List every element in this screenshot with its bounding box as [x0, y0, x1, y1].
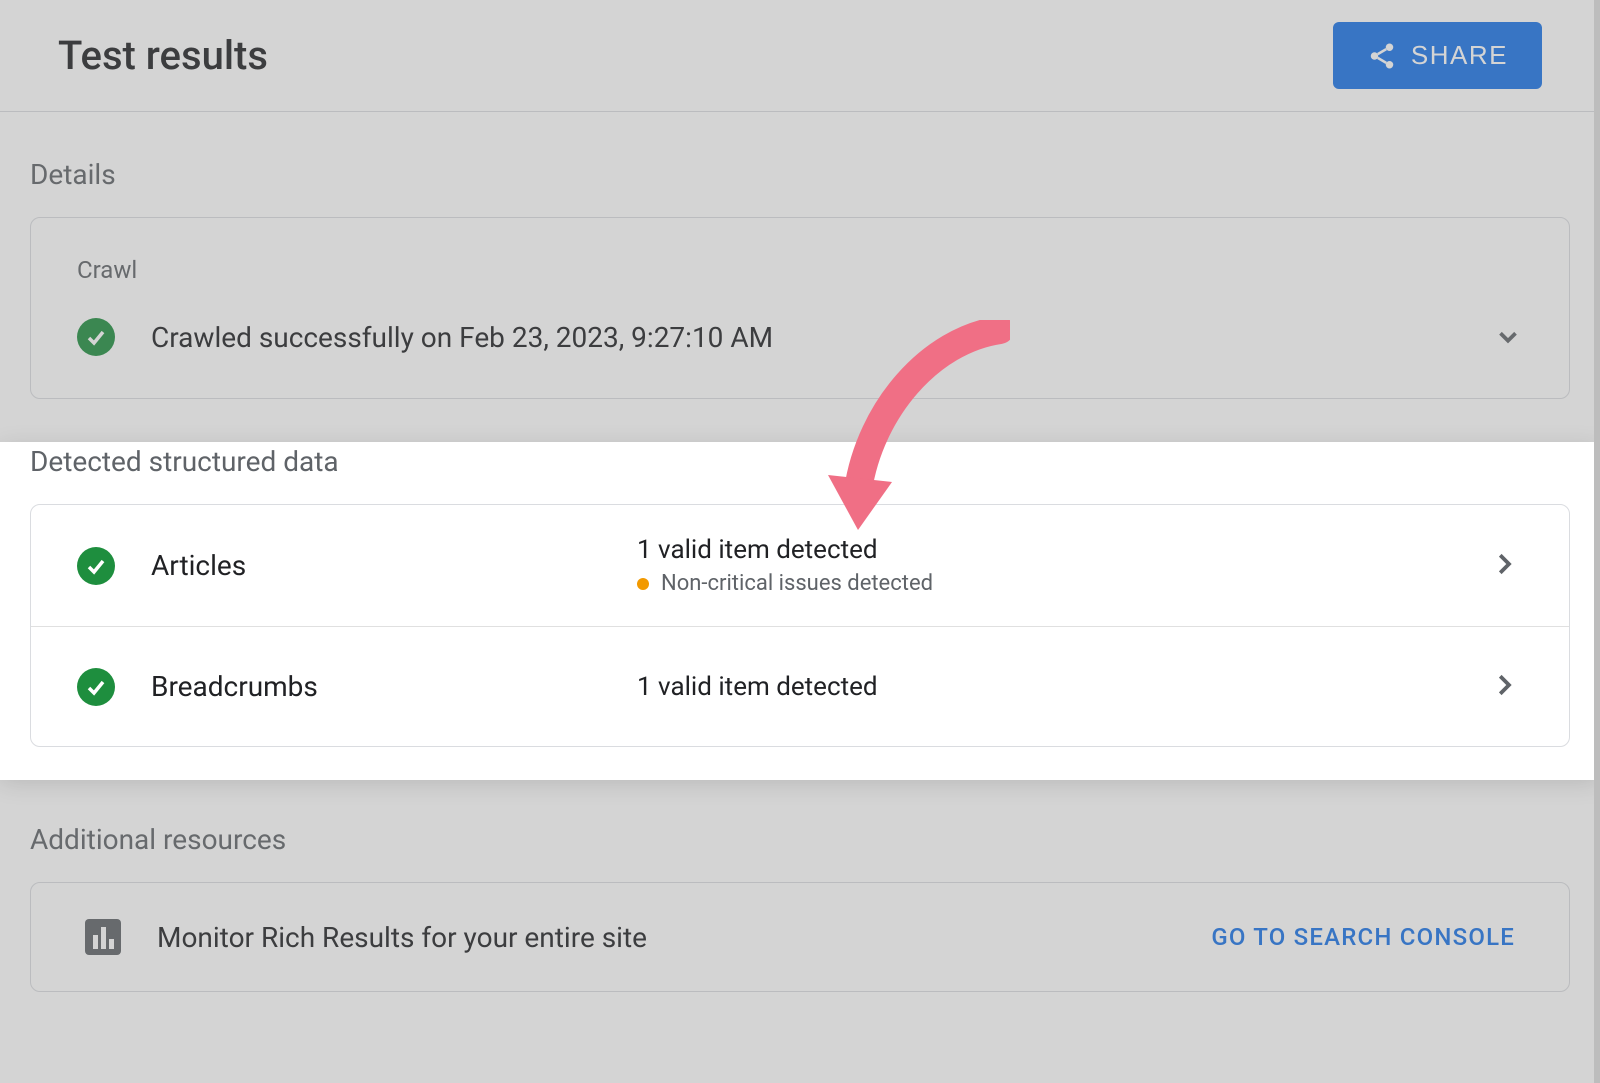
- crawl-status-text: Crawled successfully on Feb 23, 2023, 9:…: [151, 321, 773, 354]
- structured-item-valid: 1 valid item detected: [637, 672, 1489, 702]
- resources-text: Monitor Rich Results for your entire sit…: [157, 921, 647, 954]
- resources-card: Monitor Rich Results for your entire sit…: [30, 882, 1570, 992]
- structured-item-warning: Non-critical issues detected: [637, 571, 1489, 596]
- structured-data-section: Detected structured data Articles 1 vali…: [0, 445, 1600, 777]
- chevron-right-icon: [1489, 549, 1519, 579]
- details-section: Details Crawl Crawled successfully on Fe…: [0, 158, 1600, 399]
- check-icon: [77, 318, 115, 356]
- structured-item-valid: 1 valid item detected: [637, 535, 1489, 565]
- structured-data-card: Articles 1 valid item detected Non-criti…: [30, 504, 1570, 747]
- analytics-icon: [85, 919, 121, 955]
- structured-heading: Detected structured data: [30, 445, 1570, 478]
- structured-row-articles[interactable]: Articles 1 valid item detected Non-criti…: [31, 505, 1569, 626]
- details-heading: Details: [30, 158, 1570, 191]
- warning-dot-icon: [637, 578, 649, 590]
- check-icon: [77, 668, 115, 706]
- structured-item-name: Breadcrumbs: [151, 670, 318, 703]
- structured-item-name: Articles: [151, 549, 246, 582]
- share-button[interactable]: SHARE: [1333, 22, 1542, 89]
- resources-heading: Additional resources: [30, 823, 1570, 856]
- page-title: Test results: [58, 32, 268, 79]
- share-icon: [1367, 41, 1397, 71]
- crawl-label: Crawl: [77, 256, 1523, 284]
- chevron-right-icon: [1489, 670, 1519, 700]
- go-to-search-console-link[interactable]: GO TO SEARCH CONSOLE: [1211, 923, 1515, 951]
- crawl-card: Crawl Crawled successfully on Feb 23, 20…: [30, 217, 1570, 399]
- share-label: SHARE: [1411, 40, 1508, 71]
- header-bar: Test results SHARE: [0, 0, 1600, 112]
- chevron-down-icon: [1493, 322, 1523, 352]
- check-icon: [77, 547, 115, 585]
- structured-row-breadcrumbs[interactable]: Breadcrumbs 1 valid item detected: [31, 626, 1569, 746]
- crawl-status-row[interactable]: Crawled successfully on Feb 23, 2023, 9:…: [77, 318, 1523, 356]
- resources-section: Additional resources Monitor Rich Result…: [0, 823, 1600, 992]
